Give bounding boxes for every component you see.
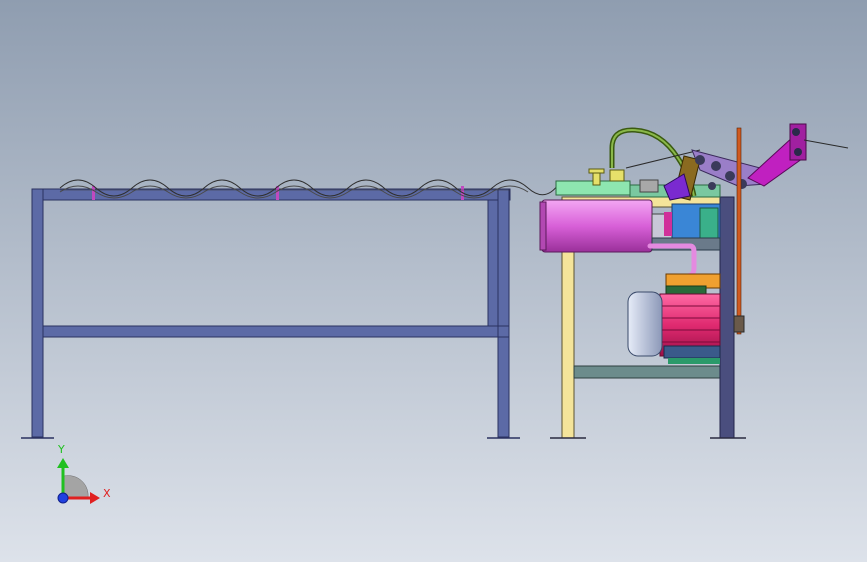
roller	[708, 182, 716, 190]
motor-end-cap	[627, 291, 663, 357]
conveyor-right-brace	[487, 199, 499, 327]
mech-magenta-strip	[664, 212, 672, 236]
wire-support	[92, 186, 95, 200]
grey-block	[639, 179, 659, 193]
cad-scene[interactable]	[0, 0, 867, 562]
cylinder-tube	[541, 199, 653, 253]
machine-frame-bottom-rail	[573, 365, 723, 379]
bolt-head	[588, 168, 605, 174]
conveyor-right-mid-block	[497, 325, 510, 338]
motor-base	[663, 345, 721, 359]
roller	[792, 128, 800, 136]
y-axis-label: Y	[58, 443, 65, 456]
roller	[725, 171, 735, 181]
cad-viewport[interactable]: Y X	[0, 0, 867, 562]
roller	[794, 148, 802, 156]
z-axis-dot	[57, 492, 69, 504]
x-axis-label: X	[103, 487, 111, 500]
conveyor-right-leg	[497, 188, 510, 438]
mech-green	[699, 207, 719, 241]
guide-rod-bar	[736, 127, 742, 335]
machine-frame-right-leg	[719, 196, 735, 439]
roller	[711, 161, 721, 171]
conveyor-left-leg	[31, 188, 44, 438]
guide-rod-clamp	[733, 315, 745, 333]
conveyor-mid-rail	[42, 325, 499, 338]
motor-mount	[668, 358, 720, 364]
cap-block	[609, 169, 625, 182]
roller	[695, 155, 705, 165]
cylinder-end-cap	[539, 201, 547, 251]
